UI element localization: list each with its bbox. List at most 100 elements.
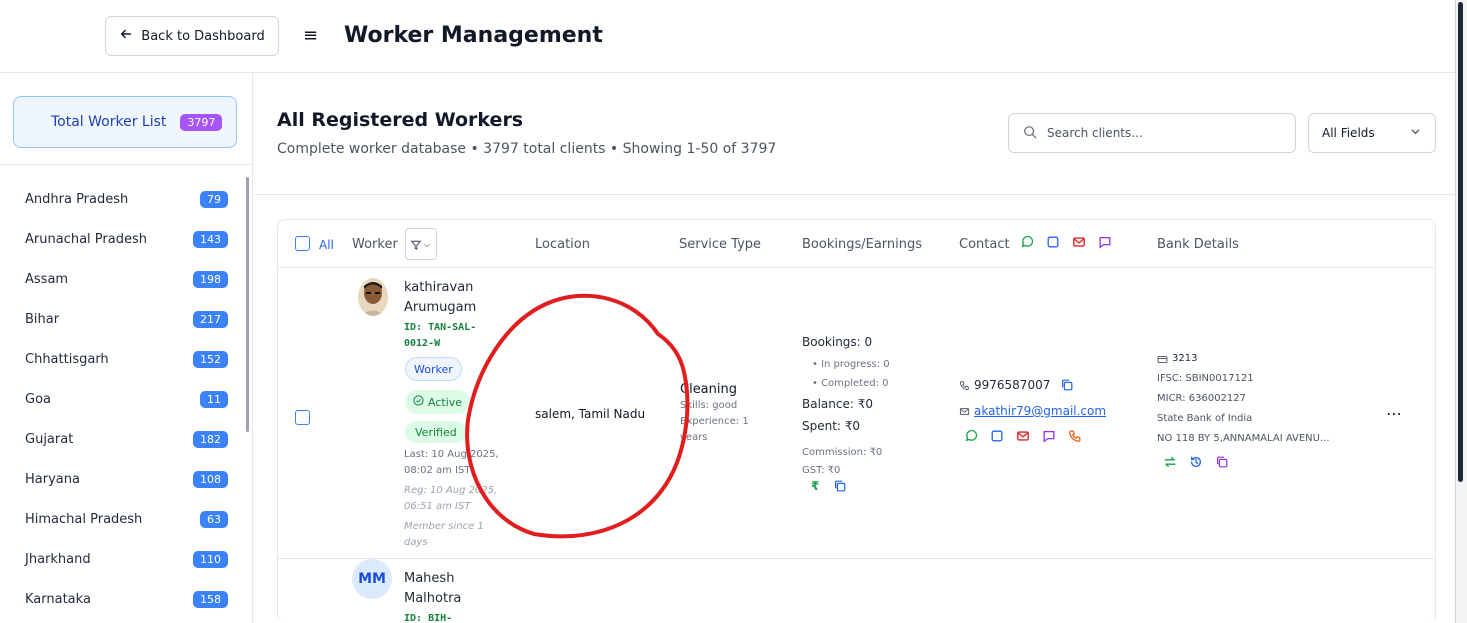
- worker-filter-button[interactable]: [405, 228, 437, 260]
- worker-name: kathiravan Arumugam: [404, 280, 477, 315]
- mail-small-icon: [959, 406, 970, 417]
- sidebar-item-arunachal-pradesh[interactable]: Arunachal Pradesh 143: [0, 219, 240, 259]
- select-all-label: All: [319, 238, 334, 252]
- table-header: All Worker Location Service Type Booking…: [278, 220, 1435, 268]
- state-count-badge: 143: [193, 230, 228, 248]
- whatsapp-icon[interactable]: [1020, 235, 1034, 249]
- bookings-completed: • Completed: 0: [802, 371, 932, 390]
- state-name: Assam: [25, 271, 69, 287]
- verified-badge: Verified: [405, 421, 467, 443]
- bookings-total: Bookings: 0: [802, 331, 932, 350]
- state-name: Chhattisgarh: [25, 351, 109, 367]
- page-title: Worker Management: [344, 23, 603, 48]
- state-name: Jharkhand: [25, 551, 91, 567]
- column-header-service-type: Service Type: [679, 237, 762, 252]
- column-header-worker: Worker: [352, 237, 398, 252]
- status-label: Active: [428, 395, 463, 409]
- state-name: Himachal Pradesh: [25, 511, 143, 527]
- state-count-badge: 63: [200, 510, 228, 528]
- select-all-checkbox[interactable]: [295, 236, 310, 251]
- filter-icon: [410, 235, 421, 254]
- total-worker-list-button[interactable]: Total Worker List 3797: [13, 96, 237, 148]
- whatsapp-icon[interactable]: [964, 429, 978, 443]
- contact-header-icons: [1020, 235, 1112, 249]
- sidebar-item-goa[interactable]: Goa 11: [0, 379, 240, 419]
- commission-text: Commission: ₹0: [802, 447, 883, 458]
- square-message-icon[interactable]: [1046, 235, 1060, 249]
- state-name: Karnataka: [25, 591, 91, 607]
- chat-icon[interactable]: [1042, 429, 1056, 443]
- state-count-badge: 217: [193, 310, 228, 328]
- square-message-icon[interactable]: [990, 429, 1004, 443]
- state-count-badge: 198: [193, 270, 228, 288]
- state-list: Andhra Pradesh 79 Arunachal Pradesh 143 As…: [0, 179, 240, 619]
- column-header-contact: Contact: [959, 237, 1010, 252]
- search-box[interactable]: [1008, 113, 1296, 153]
- copy-phone-icon[interactable]: [1060, 378, 1074, 392]
- spent-row: Spent: ₹0: [802, 415, 932, 434]
- last-active-text: Last: 10 Aug 2025, 08:02 am IST: [404, 449, 499, 476]
- back-to-dashboard-button[interactable]: Back to Dashboard: [105, 16, 279, 56]
- workers-table: All Worker Location Service Type Booking…: [277, 219, 1436, 623]
- history-icon[interactable]: [1189, 455, 1203, 469]
- sidebar-item-andhra-pradesh[interactable]: Andhra Pradesh 79: [0, 179, 240, 219]
- section-subtitle: Complete worker database • 3797 total cl…: [277, 141, 777, 157]
- balance-row: Balance: ₹0: [802, 393, 932, 412]
- micr-code: MICR: 636002127: [1157, 393, 1247, 404]
- state-sidebar: Total Worker List 3797 Andhra Pradesh 79 …: [0, 73, 253, 623]
- hamburger-menu-icon[interactable]: ≡: [303, 27, 318, 45]
- bank-details-cell: 3213 IFSC: SBIN0017121 MICR: 636002127 S…: [1157, 349, 1357, 469]
- sidebar-item-karnataka[interactable]: Karnataka 158: [0, 579, 240, 619]
- state-name: Haryana: [25, 471, 80, 487]
- sidebar-item-himachal-pradesh[interactable]: Himachal Pradesh 63: [0, 499, 240, 539]
- balance-text: Balance: ₹0: [802, 397, 873, 411]
- state-count-badge: 11: [200, 390, 228, 408]
- sidebar-scrollbar[interactable]: [246, 177, 249, 432]
- bank-actions: [1157, 455, 1357, 469]
- page-scrollbar[interactable]: [1455, 0, 1467, 623]
- sidebar-item-chhattisgarh[interactable]: Chhattisgarh 152: [0, 339, 240, 379]
- phone-number: 9976587007: [974, 378, 1051, 392]
- sidebar-item-bihar[interactable]: Bihar 217: [0, 299, 240, 339]
- rupee-icon[interactable]: ₹: [811, 479, 819, 493]
- mail-icon[interactable]: [1072, 235, 1086, 249]
- state-count-badge: 152: [193, 350, 228, 368]
- transfer-icon[interactable]: [1163, 455, 1177, 469]
- bookings-in-progress: • In progress: 0: [802, 352, 932, 371]
- copy-bank-icon[interactable]: [1215, 455, 1229, 469]
- sidebar-item-gujarat[interactable]: Gujarat 182: [0, 419, 240, 459]
- account-number: 3213: [1172, 353, 1198, 364]
- completed-count: • Completed: 0: [812, 378, 889, 389]
- check-circle-icon: [413, 395, 424, 409]
- search-icon: [1023, 124, 1037, 143]
- chevron-down-icon: [422, 235, 432, 254]
- search-input[interactable]: [1047, 126, 1267, 140]
- mail-icon[interactable]: [1016, 429, 1030, 443]
- chat-icon[interactable]: [1098, 235, 1112, 249]
- sidebar-item-assam[interactable]: Assam 198: [0, 259, 240, 299]
- gst-row: GST: ₹0: [802, 458, 932, 477]
- state-name: Bihar: [25, 311, 60, 327]
- column-header-location: Location: [535, 237, 590, 252]
- field-filter-select[interactable]: All Fields: [1308, 113, 1436, 153]
- worker-id: ID: BIH-: [404, 613, 453, 623]
- email-row: akathir79@gmail.com: [959, 404, 1106, 418]
- member-since-text: Member since 1 days: [404, 521, 484, 548]
- registered-text: Reg: 10 Aug 2025, 06:51 am IST: [404, 485, 498, 512]
- page-scrollbar-thumb[interactable]: [1458, 2, 1463, 482]
- sidebar-item-haryana[interactable]: Haryana 108: [0, 459, 240, 499]
- credit-card-icon: [1157, 354, 1168, 365]
- row-checkbox[interactable]: [295, 410, 310, 425]
- call-icon[interactable]: [1068, 429, 1082, 443]
- sidebar-item-jharkhand[interactable]: Jharkhand 110: [0, 539, 240, 579]
- more-actions-icon[interactable]: ⋯: [1386, 404, 1403, 423]
- column-header-bank-details: Bank Details: [1157, 237, 1239, 252]
- avatar: MM: [352, 559, 392, 599]
- table-row: MM Mahesh Malhotra ID: BIH-: [278, 559, 1435, 623]
- state-count-badge: 182: [193, 430, 228, 448]
- copy-icon[interactable]: [833, 479, 847, 493]
- contact-action-icons: [964, 429, 1082, 443]
- location-text: salem, Tamil Nadu: [535, 407, 646, 421]
- email-link[interactable]: akathir79@gmail.com: [974, 404, 1106, 418]
- state-count-badge: 158: [193, 590, 228, 608]
